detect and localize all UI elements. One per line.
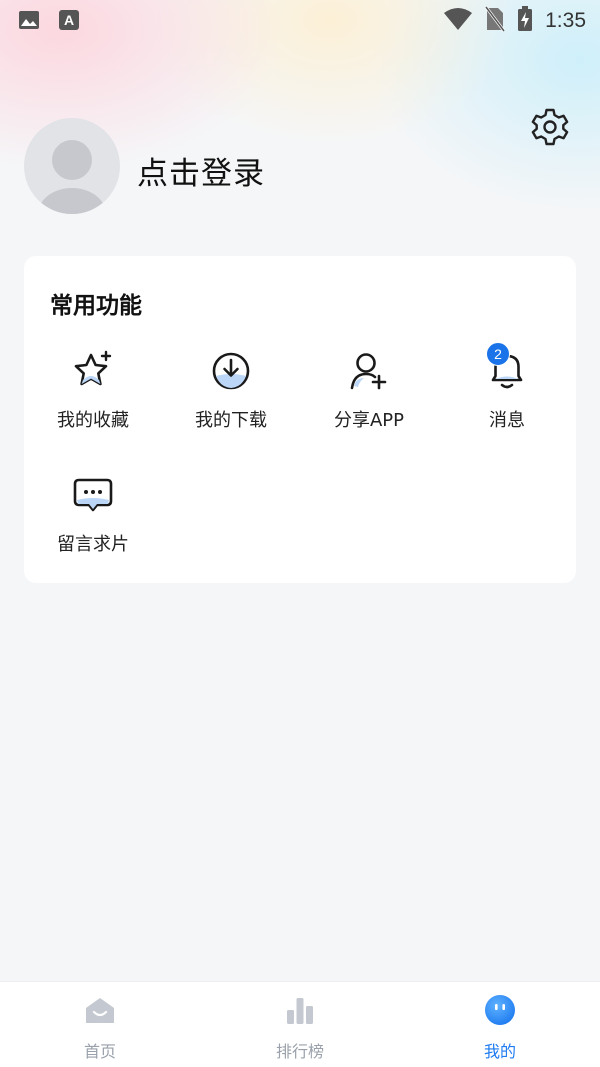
request-movie-button[interactable]: 留言求片: [24, 474, 162, 574]
default-avatar-icon: [24, 140, 120, 214]
smiley-face-icon: [484, 994, 516, 1026]
tab-home[interactable]: 首页: [0, 982, 200, 1067]
favorites-label: 我的收藏: [57, 410, 129, 431]
wifi-icon: [443, 7, 473, 35]
tab-mine-label: 我的: [483, 1042, 516, 1061]
home-icon: [84, 994, 116, 1026]
message-bubble-icon: [72, 474, 114, 516]
tab-ranking[interactable]: 排行榜: [200, 982, 400, 1067]
messages-label: 消息: [489, 410, 525, 431]
tab-home-label: 首页: [83, 1042, 116, 1061]
battery-charging-icon: [517, 6, 533, 36]
tab-mine[interactable]: 我的: [400, 982, 600, 1067]
downloads-label: 我的下载: [195, 410, 267, 431]
bottom-tab-bar: 首页 排行榜 我的: [0, 981, 600, 1067]
request-movie-label: 留言求片: [57, 534, 129, 555]
share-app-label: 分享APP: [333, 410, 405, 431]
image-icon: [18, 9, 40, 35]
messages-button[interactable]: 消息: [438, 350, 576, 450]
login-link[interactable]: 点击登录: [137, 148, 265, 193]
no-sim-icon: [484, 6, 506, 36]
a-notification-icon: A: [58, 9, 80, 35]
tab-ranking-label: 排行榜: [275, 1042, 324, 1061]
add-user-icon: [348, 350, 390, 392]
downloads-button[interactable]: 我的下载: [162, 350, 300, 450]
message-count-badge: 2: [486, 342, 510, 366]
bar-chart-icon: [284, 994, 316, 1026]
star-favorite-icon: [72, 350, 114, 392]
profile-header: 点击登录: [0, 110, 600, 220]
card-title: 常用功能: [50, 293, 142, 319]
download-icon: [210, 350, 252, 392]
status-bar: A 1:35: [0, 0, 600, 40]
common-functions-card: 常用功能 我的收藏 我的下载 分享APP 消息 留言求片: [24, 256, 576, 583]
svg-text:A: A: [64, 12, 74, 28]
share-app-button[interactable]: 分享APP: [300, 350, 438, 450]
avatar[interactable]: [24, 118, 120, 214]
status-time: 1:35: [545, 9, 586, 32]
favorites-button[interactable]: 我的收藏: [24, 350, 162, 450]
